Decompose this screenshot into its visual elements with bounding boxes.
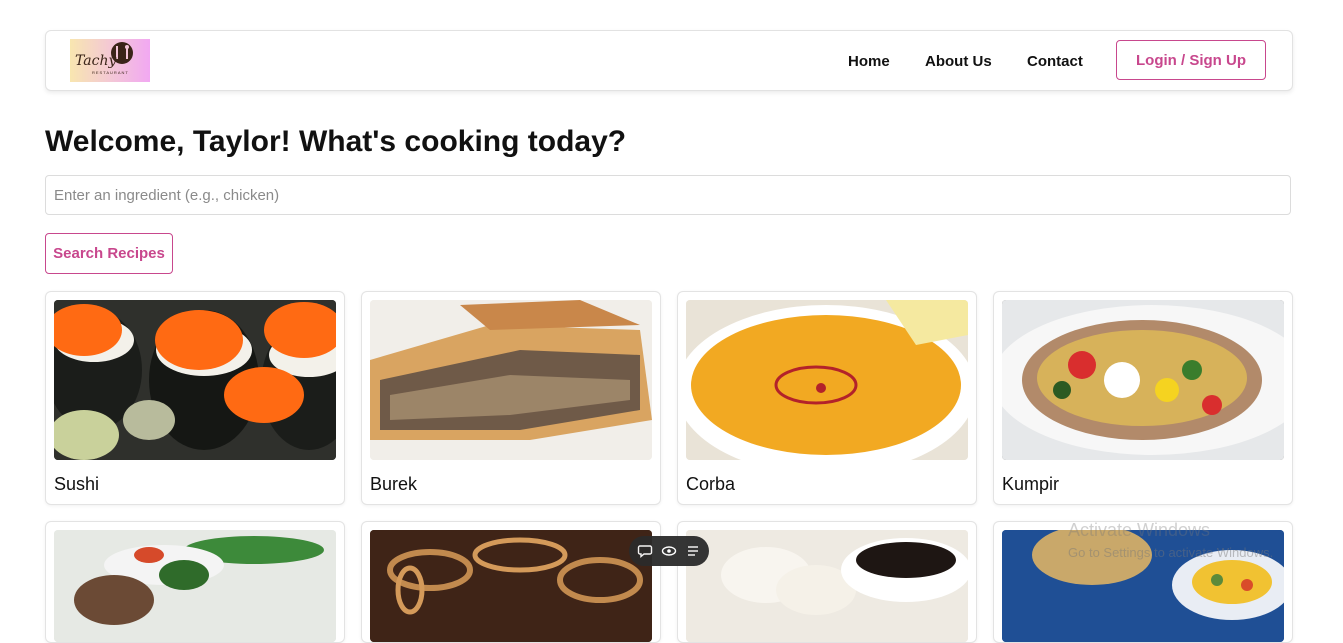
recipe-title: Kumpir bbox=[1002, 474, 1060, 494]
recipe-image-burek bbox=[370, 300, 652, 460]
recipe-card-corba[interactable]: Corba bbox=[677, 291, 977, 505]
eye-icon[interactable] bbox=[661, 543, 677, 559]
navbar: Tachy RESTAURANT Home About Us Contact L… bbox=[45, 30, 1293, 91]
nav-home[interactable]: Home bbox=[848, 53, 890, 71]
recipe-image-corba bbox=[686, 300, 968, 460]
ingredient-search-input[interactable] bbox=[45, 175, 1291, 215]
recipe-image bbox=[686, 530, 968, 642]
nav-about-us[interactable]: About Us bbox=[925, 53, 992, 71]
recipe-title: Corba bbox=[686, 474, 736, 494]
recipe-image-sushi bbox=[54, 300, 336, 460]
recipe-image bbox=[370, 530, 652, 642]
activation-watermark-subtitle: Go to Settings to activate Windows. bbox=[1068, 545, 1274, 560]
logo-text: Tachy bbox=[75, 53, 117, 69]
floating-toolbar bbox=[629, 536, 709, 566]
recipe-title: Sushi bbox=[54, 474, 100, 494]
comment-icon[interactable] bbox=[637, 543, 653, 559]
recipe-title: Burek bbox=[370, 474, 418, 494]
recipe-card[interactable] bbox=[45, 521, 345, 643]
activation-watermark-title: Activate Windows bbox=[1068, 520, 1211, 540]
page-title: Welcome, Taylor! What's cooking today? bbox=[45, 125, 627, 158]
logo[interactable]: Tachy RESTAURANT bbox=[70, 39, 150, 82]
recipe-image-kumpir bbox=[1002, 300, 1284, 460]
list-icon[interactable] bbox=[685, 543, 701, 559]
recipe-image bbox=[54, 530, 336, 642]
login-signup-button[interactable]: Login / Sign Up bbox=[1116, 40, 1266, 80]
nav-contact[interactable]: Contact bbox=[1027, 53, 1083, 71]
recipe-card-sushi[interactable]: Sushi bbox=[45, 291, 345, 505]
recipe-card[interactable] bbox=[361, 521, 661, 643]
recipe-card-burek[interactable]: Burek bbox=[361, 291, 661, 505]
search-recipes-button[interactable]: Search Recipes bbox=[45, 233, 173, 274]
logo-subtitle: RESTAURANT bbox=[92, 70, 129, 75]
recipe-card[interactable] bbox=[677, 521, 977, 643]
recipe-card-kumpir[interactable]: Kumpir bbox=[993, 291, 1293, 505]
